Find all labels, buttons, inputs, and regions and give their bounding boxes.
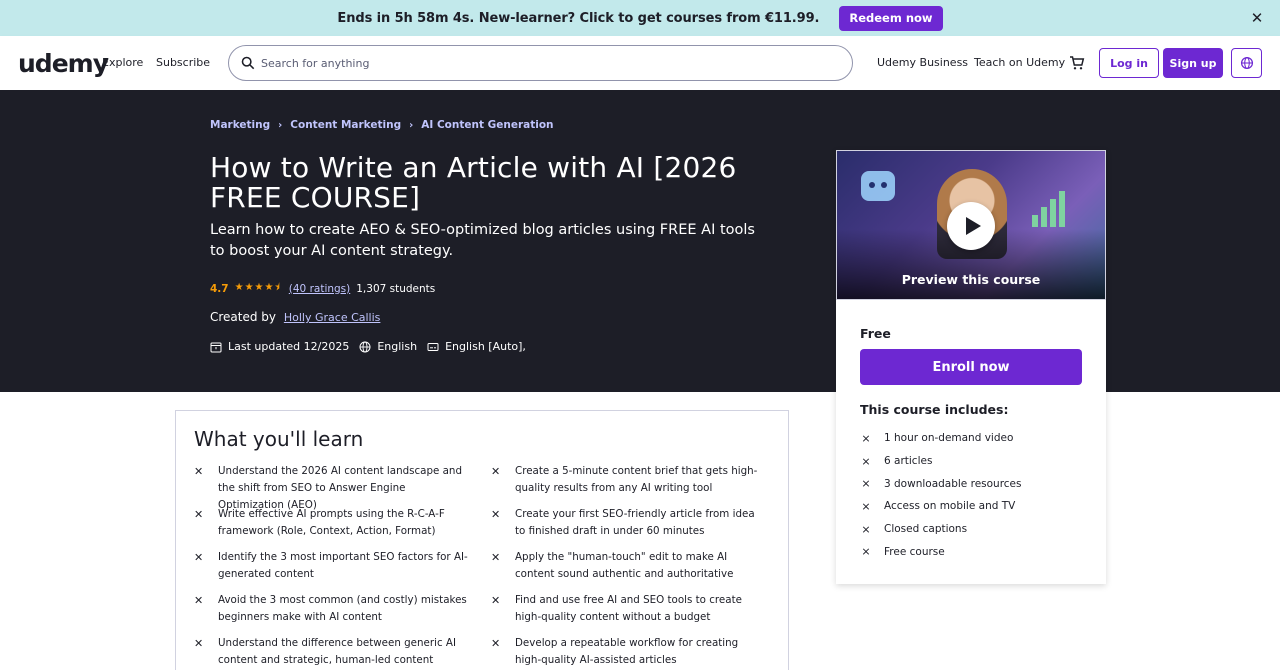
globe-icon	[359, 341, 371, 352]
learn-list-right: ✕ Create a 5-minute content brief that ge…	[491, 463, 766, 670]
list-item: ✕ Understand the 2026 AI content landscap…	[194, 465, 462, 511]
check-icon: ✕	[491, 508, 501, 521]
breadcrumb-item-marketing[interactable]: Marketing	[210, 119, 270, 131]
students-count: 1,307 students	[356, 282, 436, 295]
includes-title: This course includes:	[860, 402, 1009, 417]
download-icon: ⨯	[861, 477, 871, 491]
check-icon: ✕	[194, 465, 204, 478]
video-icon: ⨯	[861, 431, 871, 445]
signup-button[interactable]: Sign up	[1163, 48, 1223, 78]
star-rating-icon: ★★★★⯨	[234, 282, 281, 293]
cart-icon[interactable]	[1069, 55, 1085, 71]
chart-illustration	[1032, 191, 1065, 227]
search-input[interactable]: Search for anything	[261, 57, 369, 70]
language-button[interactable]	[1231, 48, 1262, 78]
list-item: ⨯ Closed captions	[861, 522, 968, 536]
list-item: ⨯ 6 articles	[861, 454, 933, 468]
breadcrumb: Marketing › Content Marketing › AI Conte…	[210, 119, 554, 131]
course-subtitle: Learn how to create AEO & SEO-optimized …	[210, 222, 755, 259]
play-icon[interactable]	[947, 202, 995, 250]
language-text: English	[377, 340, 418, 353]
site-header: udemy Explore Subscribe Search for anyth…	[0, 36, 1280, 90]
rating-summary: 4.7 ★★★★⯨ (40 ratings) 1,307 students	[210, 280, 435, 297]
last-updated: Last updated 12/2025	[210, 340, 349, 353]
check-icon: ✕	[194, 594, 204, 607]
captions-text: English [Auto],	[445, 340, 526, 353]
learn-title: What you'll learn	[194, 427, 364, 451]
list-item: ✕ Develop a repeatable workflow for creat…	[491, 637, 739, 666]
learn-list-left: ✕ Understand the 2026 AI content landscap…	[194, 463, 469, 670]
closed-captions-icon	[427, 342, 439, 351]
captions: English [Auto],	[427, 340, 526, 353]
list-item: ✕ Create your first SEO-friendly article …	[491, 508, 755, 537]
what-youll-learn: What you'll learn ✕ Understand the 2026 A…	[175, 410, 789, 670]
promo-banner: Ends in 5h 58m 4s. New-learner? Click to…	[0, 0, 1280, 36]
globe-icon	[1240, 56, 1253, 70]
list-item: ⨯ 3 downloadable resources	[861, 477, 1022, 491]
course-title: How to Write an Article with AI [2026 FR…	[210, 151, 737, 214]
check-icon: ✕	[194, 551, 204, 564]
list-item: ✕ Create a 5-minute content brief that ge…	[491, 465, 758, 494]
breadcrumb-item-ai-content[interactable]: AI Content Generation	[421, 119, 553, 131]
ratings-count-link[interactable]: (40 ratings)	[289, 283, 350, 295]
instructor-link[interactable]: Holly Grace Callis	[284, 311, 381, 324]
list-item: ✕ Identify the 3 most important SEO facto…	[194, 551, 468, 580]
course-preview[interactable]: Preview this course	[836, 150, 1106, 300]
check-icon: ✕	[491, 594, 501, 607]
promo-text[interactable]: Ends in 5h 58m 4s. New-learner? Click to…	[337, 11, 819, 26]
check-icon: ✕	[491, 637, 501, 650]
search-icon	[241, 56, 255, 70]
closed-captions-icon: ⨯	[861, 522, 871, 536]
last-updated-text: Last updated 12/2025	[228, 340, 350, 353]
rating-value: 4.7	[210, 282, 229, 295]
created-by-label: Created by	[210, 310, 277, 324]
udemy-logo[interactable]: udemy	[18, 49, 109, 78]
subscribe-link[interactable]: Subscribe	[156, 56, 210, 69]
check-icon: ✕	[194, 508, 204, 521]
list-item: ✕ Understand the difference between gener…	[194, 637, 456, 666]
chevron-right-icon: ›	[278, 119, 283, 131]
list-item: ⨯ Access on mobile and TV	[861, 499, 1016, 513]
explore-link[interactable]: Explore	[102, 56, 143, 69]
teach-link[interactable]: Teach on Udemy	[974, 56, 1065, 69]
language: English	[359, 340, 417, 353]
list-item: ✕ Write effective AI prompts using the R-…	[194, 508, 445, 537]
mobile-icon: ⨯	[861, 499, 871, 513]
article-icon: ⨯	[861, 454, 871, 468]
breadcrumb-item-content-marketing[interactable]: Content Marketing	[290, 119, 401, 131]
created-by: Created by Holly Grace Callis	[210, 310, 380, 324]
udemy-business-link[interactable]: Udemy Business	[877, 56, 968, 69]
list-item: ⨯ 1 hour on-demand video	[861, 431, 1014, 445]
chevron-right-icon: ›	[409, 119, 414, 131]
calendar-alert-icon	[210, 342, 222, 352]
list-item: ✕ Avoid the 3 most common (and costly) mi…	[194, 594, 467, 623]
robot-illustration	[861, 171, 895, 201]
close-icon[interactable]: ✕	[1248, 9, 1266, 27]
certificate-icon: ⨯	[861, 545, 871, 559]
preview-course-label[interactable]: Preview this course	[837, 272, 1105, 287]
login-button[interactable]: Log in	[1099, 48, 1159, 78]
list-item: ✕ Apply the "human-touch" edit to make AI…	[491, 551, 734, 580]
includes-list: ⨯ 1 hour on-demand video ⨯ 6 articles ⨯ 3 d…	[860, 427, 1022, 563]
check-icon: ✕	[491, 551, 501, 564]
check-icon: ✕	[194, 637, 204, 650]
check-icon: ✕	[491, 465, 501, 478]
redeem-button[interactable]: Redeem now	[839, 5, 943, 31]
list-item: ✕ Find and use free AI and SEO tools to c…	[491, 594, 742, 623]
course-purchase-card: Preview this course Free Enroll now This…	[836, 150, 1106, 584]
list-item: ⨯ Free course	[861, 545, 945, 559]
enroll-button[interactable]: Enroll now	[860, 349, 1082, 385]
course-meta: Last updated 12/2025 English English [Au…	[210, 340, 536, 353]
course-price: Free	[860, 326, 891, 341]
search-bar[interactable]: Search for anything	[228, 45, 853, 81]
